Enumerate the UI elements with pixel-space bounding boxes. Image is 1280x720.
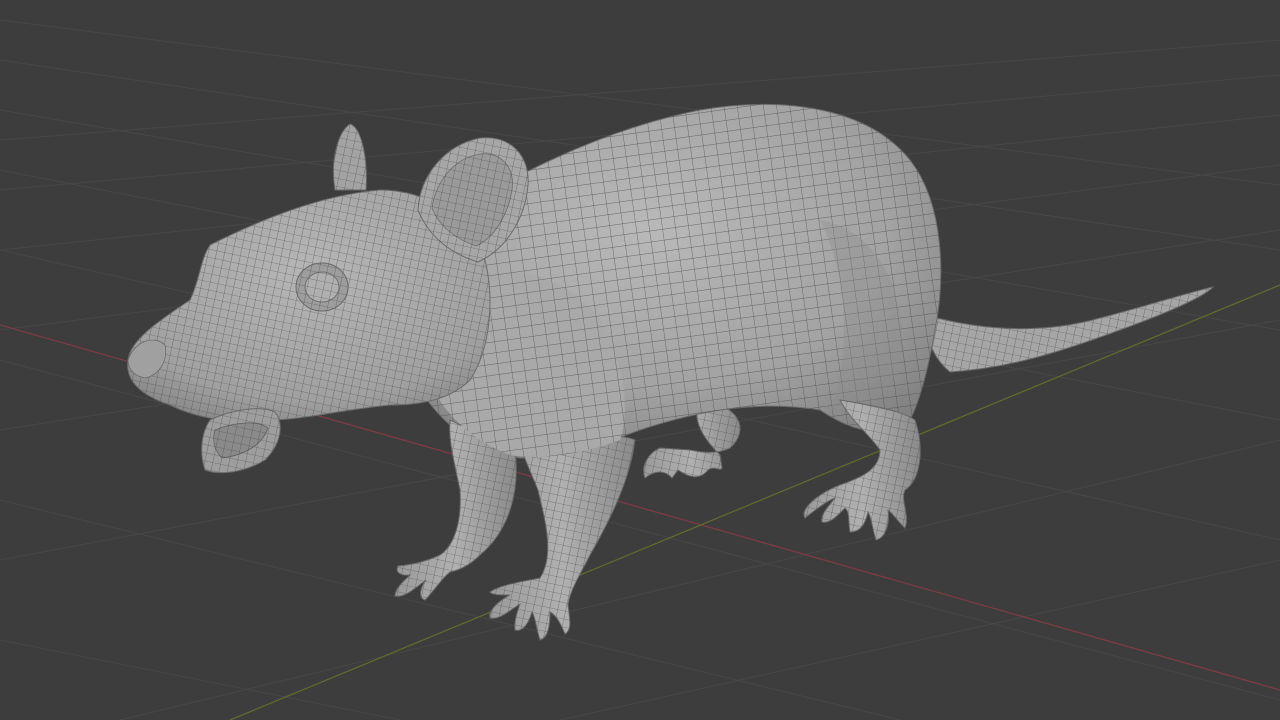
jaw xyxy=(201,408,281,474)
3d-viewport[interactable] xyxy=(0,0,1280,720)
hind-leg xyxy=(803,399,921,541)
eye xyxy=(295,262,349,312)
rat-mesh[interactable] xyxy=(127,103,1215,641)
far-ear xyxy=(332,123,367,191)
